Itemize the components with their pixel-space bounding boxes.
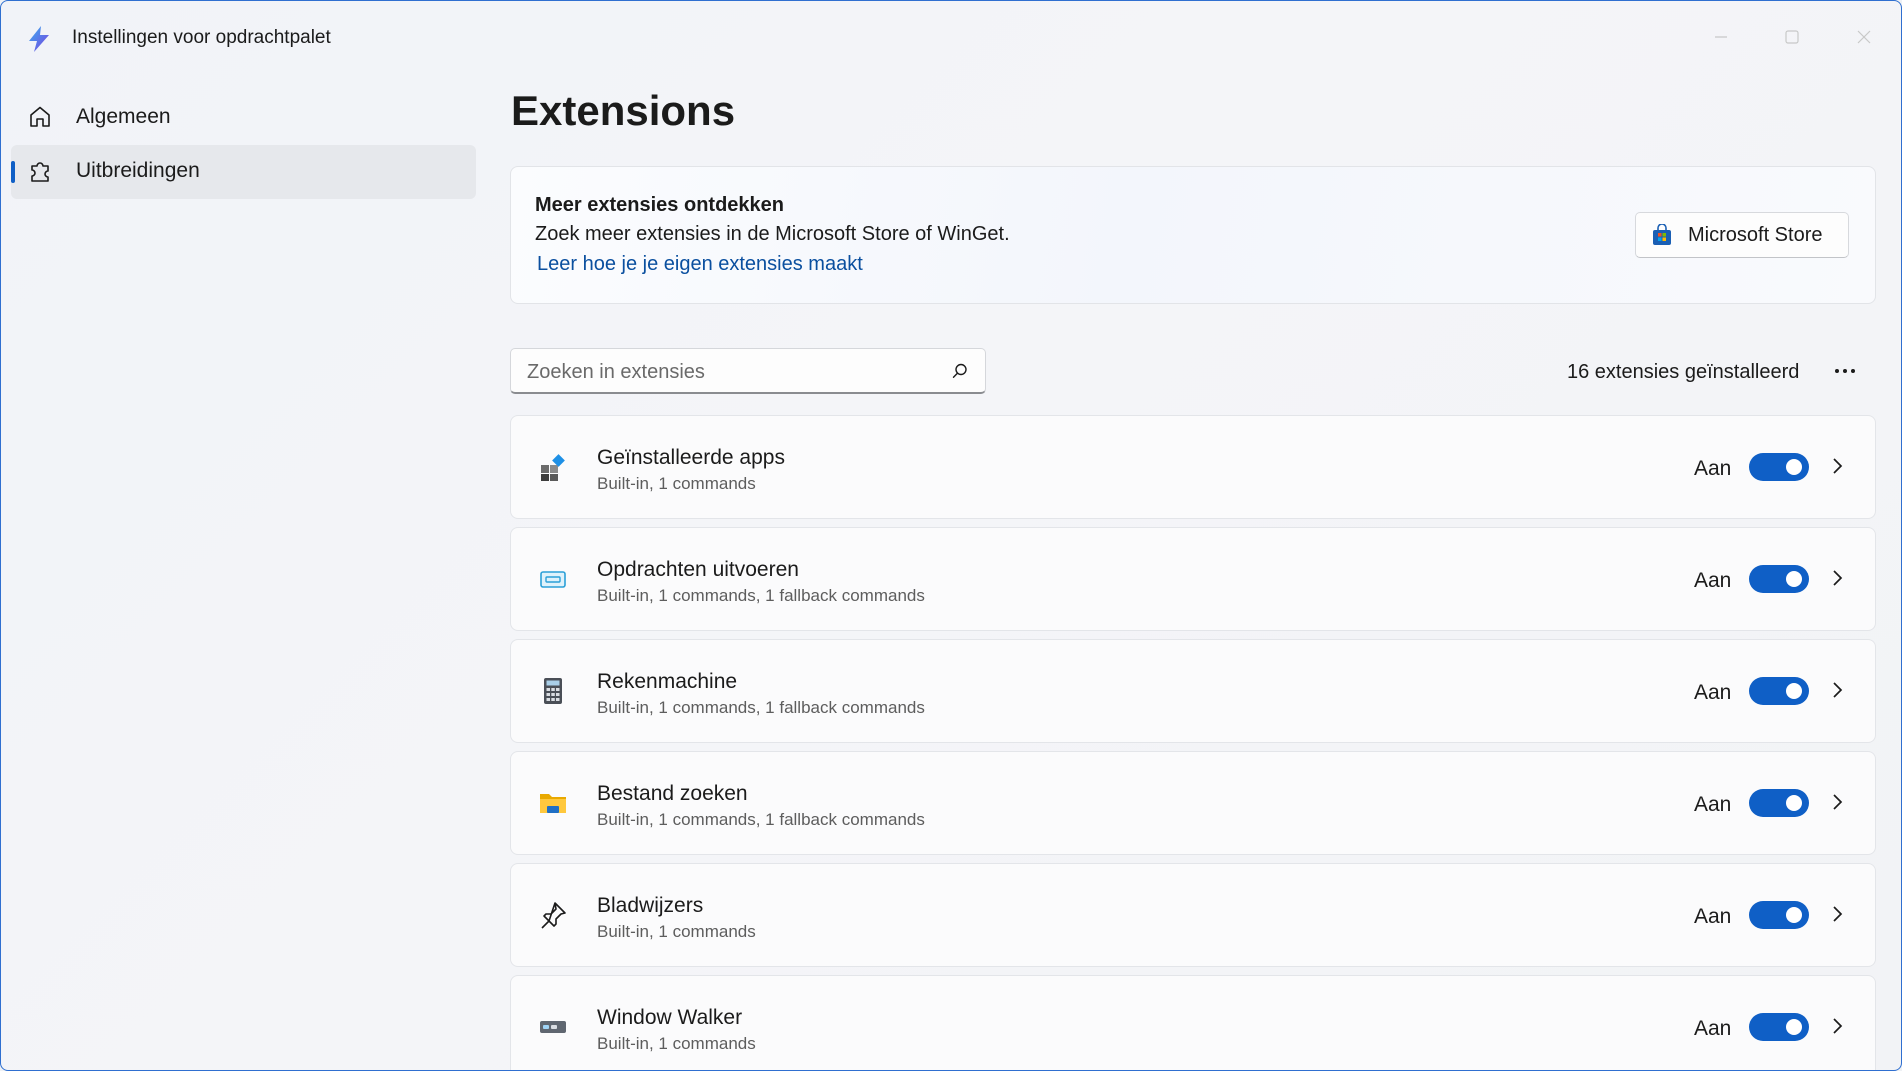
extension-toggle[interactable]	[1749, 1013, 1809, 1041]
extension-state-label: Aan	[1694, 905, 1732, 928]
chevron-right-icon[interactable]	[1827, 680, 1847, 700]
minimize-icon	[1715, 36, 1727, 38]
more-icon-dot	[1835, 369, 1839, 373]
pin-icon	[541, 902, 566, 929]
chevron-right-icon[interactable]	[1827, 792, 1847, 812]
chevron-right-icon[interactable]	[1827, 1016, 1847, 1036]
toggle-knob	[1786, 1019, 1802, 1035]
toggle-knob	[1786, 795, 1802, 811]
command-palette-logo-icon	[29, 26, 49, 52]
extension-name: Bestand zoeken	[597, 782, 748, 805]
chevron-right-icon[interactable]	[1827, 456, 1847, 476]
sidebar-item-label: Uitbreidingen	[76, 159, 200, 182]
window-walker-icon	[540, 1021, 566, 1033]
selection-indicator	[11, 161, 15, 183]
home-icon	[30, 106, 50, 127]
extension-meta: Built-in, 1 commands	[597, 474, 756, 493]
extension-row-run-commands[interactable]: Opdrachten uitvoeren Built-in, 1 command…	[510, 527, 1876, 631]
extension-state-label: Aan	[1694, 1017, 1732, 1040]
extension-state-label: Aan	[1694, 457, 1732, 480]
apps-icon	[541, 454, 565, 481]
title-bar: Instellingen voor opdrachtpalet	[1, 1, 1901, 75]
extension-name: Rekenmachine	[597, 670, 738, 693]
discover-title: Meer extensies ontdekken	[535, 194, 784, 216]
extension-state-label: Aan	[1694, 793, 1732, 816]
extension-meta: Built-in, 1 commands, 1 fallback command…	[597, 810, 925, 829]
discover-extensions-card: Meer extensies ontdekken Zoek meer exten…	[510, 166, 1876, 304]
store-button-label: Microsoft Store	[1688, 224, 1823, 246]
learn-own-extensions-link[interactable]: Leer hoe je je eigen extensies maakt	[537, 253, 863, 276]
search-box[interactable]	[510, 348, 986, 394]
close-button[interactable]	[1844, 21, 1884, 53]
calculator-icon	[544, 678, 562, 704]
sidebar-item-label: Algemeen	[76, 105, 171, 128]
extension-row-file-search[interactable]: Bestand zoeken Built-in, 1 commands, 1 f…	[510, 751, 1876, 855]
extension-meta: Built-in, 1 commands	[597, 1034, 756, 1053]
page-title: Extensions	[511, 87, 736, 134]
extension-name: Geïnstalleerde apps	[597, 446, 785, 469]
extension-row-calculator[interactable]: Rekenmachine Built-in, 1 commands, 1 fal…	[510, 639, 1876, 743]
puzzle-icon	[31, 162, 49, 182]
sidebar-item-algemeen[interactable]: Algemeen	[11, 91, 476, 145]
window-title: Instellingen voor opdrachtpalet	[72, 27, 331, 48]
extension-row-bookmarks[interactable]: Bladwijzers Built-in, 1 commands Aan	[510, 863, 1876, 967]
extension-toggle[interactable]	[1749, 901, 1809, 929]
close-icon	[1857, 30, 1871, 44]
more-icon-dot	[1843, 369, 1847, 373]
settings-window: Instellingen voor opdrachtpalet Algemeen…	[0, 0, 1902, 1071]
extension-state-label: Aan	[1694, 569, 1732, 592]
extension-meta: Built-in, 1 commands	[597, 922, 756, 941]
extension-toggle[interactable]	[1749, 789, 1809, 817]
search-icon[interactable]	[951, 362, 969, 380]
extension-toggle[interactable]	[1749, 453, 1809, 481]
run-icon	[540, 571, 566, 588]
extension-name: Opdrachten uitvoeren	[597, 558, 799, 581]
extension-meta: Built-in, 1 commands, 1 fallback command…	[597, 698, 925, 717]
chevron-right-icon[interactable]	[1827, 568, 1847, 588]
more-options-button[interactable]	[1825, 355, 1865, 387]
toggle-knob	[1786, 571, 1802, 587]
chevron-right-icon[interactable]	[1827, 904, 1847, 924]
extension-meta: Built-in, 1 commands, 1 fallback command…	[597, 586, 925, 605]
more-icon-dot	[1851, 369, 1855, 373]
microsoft-store-button[interactable]: Microsoft Store	[1635, 212, 1849, 258]
sidebar-item-uitbreidingen[interactable]: Uitbreidingen	[11, 145, 476, 199]
installed-count: 16 extensies geïnstalleerd	[1567, 361, 1800, 383]
toggle-knob	[1786, 683, 1802, 699]
extension-name: Window Walker	[597, 1006, 743, 1029]
discover-description: Zoek meer extensies in de Microsoft Stor…	[535, 223, 1010, 245]
search-input[interactable]	[525, 358, 929, 386]
maximize-button[interactable]	[1772, 21, 1812, 53]
extension-row-window-walker[interactable]: Window Walker Built-in, 1 commands Aan	[510, 975, 1876, 1070]
extension-state-label: Aan	[1694, 681, 1732, 704]
extension-row-installed-apps[interactable]: Geïnstalleerde apps Built-in, 1 commands…	[510, 415, 1876, 519]
toggle-knob	[1786, 907, 1802, 923]
minimize-button[interactable]	[1701, 21, 1741, 53]
microsoft-store-icon	[1653, 224, 1671, 245]
folder-icon	[540, 794, 566, 813]
toggle-knob	[1786, 459, 1802, 475]
maximize-icon	[1785, 30, 1799, 44]
extension-toggle[interactable]	[1749, 565, 1809, 593]
extension-toggle[interactable]	[1749, 677, 1809, 705]
extension-name: Bladwijzers	[597, 894, 704, 917]
